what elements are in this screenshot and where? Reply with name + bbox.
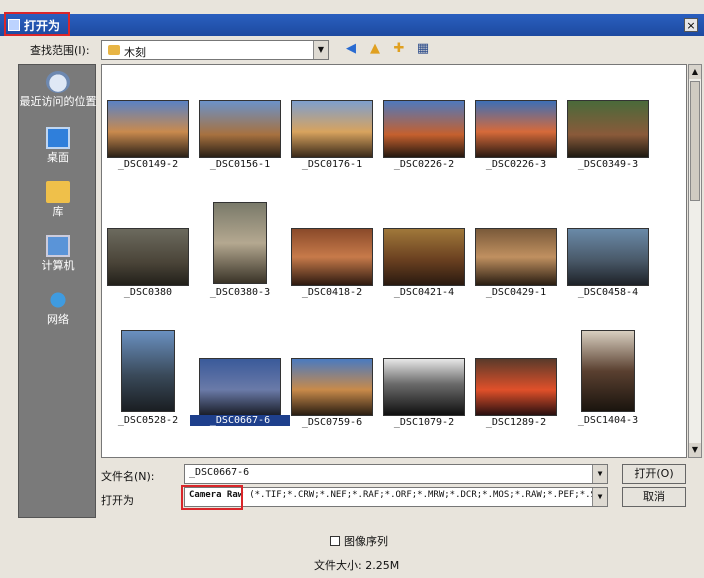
title-bar: 打开为 × [0, 14, 704, 36]
place-label: 网络 [47, 313, 69, 326]
place-label: 计算机 [41, 259, 75, 272]
scroll-down-icon[interactable]: ▼ [689, 443, 701, 457]
file-thumbnail [568, 101, 648, 157]
chevron-down-icon[interactable]: ▼ [313, 41, 328, 59]
open-as-label: 打开为 [101, 494, 134, 507]
file-name: _DSC0176-1 [301, 159, 363, 170]
file-name-value: _DSC0667-6 [189, 467, 250, 478]
file-name-selected: _DSC0667-6 [190, 415, 290, 426]
place-recent[interactable]: 最近访问的位置 [19, 71, 97, 108]
file-name: _DSC0226-3 [485, 159, 547, 170]
file-name: _DSC0156-1 [209, 159, 271, 170]
chevron-down-icon[interactable]: ▼ [592, 465, 607, 483]
back-icon[interactable]: ◀ [343, 41, 359, 57]
place-label: 库 [52, 205, 64, 218]
file-name: _DSC0349-3 [577, 159, 639, 170]
place-library[interactable]: 库 [19, 181, 97, 218]
file-size-text: 文件大小: 2.25M [314, 559, 400, 572]
file-name-label: 文件名(N): [101, 470, 155, 483]
new-folder-icon[interactable]: ✚ [391, 41, 407, 57]
place-label: 最近访问的位置 [19, 95, 97, 108]
library-icon [46, 181, 70, 203]
file-name: _DSC0759-6 [301, 417, 363, 428]
file-name: _DSC0421-4 [393, 287, 455, 298]
recent-places-icon [46, 71, 70, 93]
file-list: _DSC0149-2 _DSC0156-1 _DSC0176-1 _DSC022… [101, 64, 687, 458]
file-thumbnail [292, 229, 372, 285]
file-thumbnail [384, 101, 464, 157]
place-network[interactable]: 网络 [19, 289, 97, 326]
place-computer[interactable]: 计算机 [19, 235, 97, 272]
places-bar: 最近访问的位置 桌面 库 计算机 网络 [18, 64, 97, 518]
file-name: _DSC1404-3 [577, 415, 639, 426]
format-highlight-box [181, 485, 243, 510]
file-thumbnail [214, 203, 266, 283]
computer-icon [46, 235, 70, 257]
file-name: _DSC1079-2 [393, 417, 455, 428]
file-thumbnail [108, 101, 188, 157]
open-as-extensions: (*.TIF;*.CRW;*.NEF;*.RAF;*.ORF;*.MRW;*.D… [249, 490, 607, 500]
folder-icon [108, 45, 120, 55]
file-thumbnail [108, 229, 188, 285]
file-name: _DSC0458-4 [577, 287, 639, 298]
chevron-down-icon[interactable]: ▼ [592, 488, 607, 506]
file-thumbnail [292, 101, 372, 157]
file-thumbnail [384, 229, 464, 285]
file-name: _DSC0149-2 [117, 159, 179, 170]
close-button[interactable]: × [684, 18, 698, 32]
file-thumbnail [568, 229, 648, 285]
file-list-scrollbar[interactable]: ▲ ▼ [688, 64, 702, 458]
file-thumbnail [384, 359, 464, 415]
place-desktop[interactable]: 桌面 [19, 127, 97, 164]
file-thumbnail [122, 331, 174, 411]
file-name: _DSC0528-2 [117, 415, 179, 426]
file-thumbnail [476, 229, 556, 285]
file-thumbnail [582, 331, 634, 411]
view-menu-icon[interactable]: ▦ [415, 41, 431, 57]
desktop-icon [46, 127, 70, 149]
cancel-button[interactable]: 取消 [622, 487, 686, 507]
place-label: 桌面 [47, 151, 69, 164]
image-sequence-checkbox[interactable] [330, 536, 340, 546]
file-thumbnail [292, 359, 372, 415]
file-name: _DSC0418-2 [301, 287, 363, 298]
file-name: _DSC0226-2 [393, 159, 455, 170]
file-name: _DSC0380-3 [209, 287, 271, 298]
file-thumbnail [476, 101, 556, 157]
scroll-up-icon[interactable]: ▲ [689, 65, 701, 79]
file-thumbnail [200, 359, 280, 415]
look-in-value: 木刻 [124, 46, 146, 59]
file-name-field[interactable]: _DSC0667-6 ▼ [184, 464, 608, 484]
file-name: _DSC0380 [123, 287, 173, 298]
file-name: _DSC0429-1 [485, 287, 547, 298]
look-in-label: 查找范围(I): [30, 44, 90, 57]
file-thumbnail [200, 101, 280, 157]
toolbar: ◀ ▲ ✚ ▦ [343, 41, 431, 57]
scrollbar-thumb[interactable] [690, 81, 700, 201]
file-thumbnail [476, 359, 556, 415]
file-name: _DSC1289-2 [485, 417, 547, 428]
image-sequence-label: 图像序列 [344, 535, 388, 548]
look-in-dropdown[interactable]: 木刻 ▼ [101, 40, 329, 60]
open-as-dropdown[interactable]: Camera Raw (*.TIF;*.CRW;*.NEF;*.RAF;*.ORF… [184, 487, 608, 507]
up-folder-icon[interactable]: ▲ [367, 41, 383, 57]
network-icon [46, 289, 70, 311]
open-button[interactable]: 打开(O) [622, 464, 686, 484]
title-highlight-box [4, 12, 70, 36]
